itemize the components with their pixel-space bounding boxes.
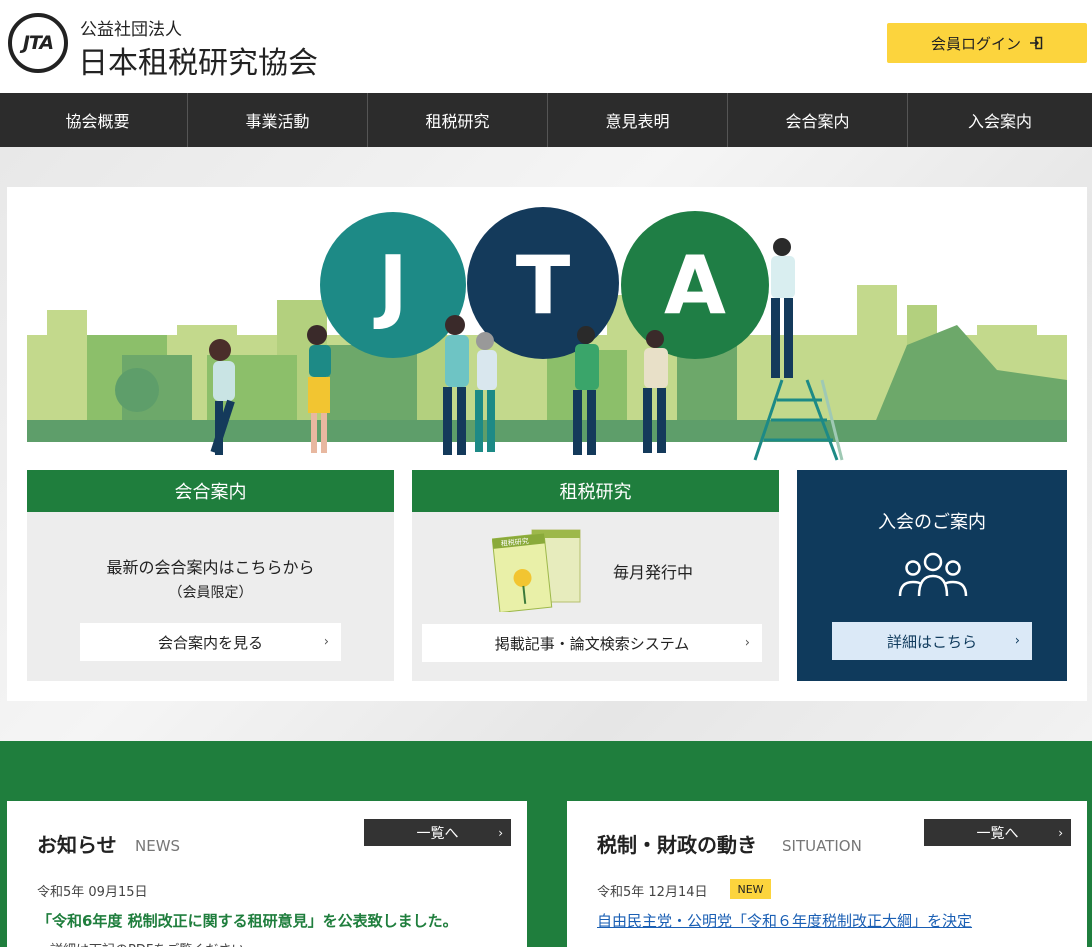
nav-item-meetings[interactable]: 会合案内 [727, 93, 907, 147]
news-list-label: 一覧へ [416, 825, 459, 842]
news-panel: お知らせ NEWS 一覧へ › 令和5年 09月15日 「令和6年度 税制改正に… [7, 801, 527, 947]
people-group-icon [898, 552, 968, 597]
news-title: お知らせ [37, 829, 117, 858]
research-card: 租税研究 租税研究 毎月発行中 掲載記事・論文検索システム › [412, 470, 779, 681]
chevron-right-icon: › [1058, 825, 1063, 840]
news-subtitle: NEWS [135, 837, 181, 855]
situation-headline-link[interactable]: 自由民主党・公明党「令和６年度税制改正大綱」を決定 [597, 910, 972, 931]
join-details-label: 詳細はこちら [886, 632, 977, 651]
nav-item-membership[interactable]: 入会案内 [907, 93, 1092, 147]
member-login-label: 会員ログイン [930, 34, 1021, 53]
join-details-button[interactable]: 詳細はこちら › [832, 622, 1032, 660]
journal-cover-image: 租税研究 [492, 529, 581, 612]
join-card-title: 入会のご案内 [878, 512, 986, 533]
news-detail-text: ・詳細は下記のPDFをご覧ください。 [37, 939, 257, 947]
hero-illustration: J T A [27, 207, 1067, 461]
nav-item-activities[interactable]: 事業活動 [187, 93, 367, 147]
svg-text:T: T [516, 239, 571, 332]
research-card-title: 租税研究 [412, 470, 779, 512]
site-header: JTA 公益社団法人 日本租税研究協会 会員ログイン [0, 0, 1092, 93]
chevron-right-icon: › [498, 825, 503, 840]
news-title-text: お知らせ [37, 833, 117, 857]
jta-circles: J T A [320, 207, 769, 359]
org-name[interactable]: 日本租税研究協会 [78, 38, 318, 82]
login-icon [1030, 36, 1043, 50]
meeting-card-note: （会員限定） [168, 585, 253, 601]
member-login-button[interactable]: 会員ログイン [887, 23, 1087, 63]
svg-text:A: A [664, 239, 726, 332]
news-headline-link[interactable]: 「令和6年度 税制改正に関する租研意見」を公表致しました。 [37, 910, 458, 931]
article-search-button[interactable]: 掲載記事・論文検索システム › [422, 624, 762, 662]
situation-title-text: 税制・財政の動き [597, 833, 757, 857]
news-date: 令和5年 09月15日 [37, 885, 148, 900]
jta-logo[interactable]: JTA [8, 13, 68, 73]
nav-item-opinions[interactable]: 意見表明 [547, 93, 727, 147]
chevron-right-icon: › [744, 635, 750, 651]
situation-title: 税制・財政の動き [597, 829, 757, 858]
logo-text: JTA [22, 32, 54, 54]
view-meetings-button[interactable]: 会合案内を見る › [80, 623, 341, 661]
meeting-card-title: 会合案内 [27, 470, 394, 512]
situation-subtitle: SITUATION [782, 837, 862, 855]
situation-list-label: 一覧へ [976, 825, 1019, 842]
join-card: 入会のご案内 詳細はこちら › [797, 470, 1067, 681]
situation-list-button[interactable]: 一覧へ › [924, 819, 1071, 846]
meeting-card: 会合案内 最新の会合案内はこちらから （会員限定） 会合案内を見る › [27, 470, 394, 681]
nav-item-about[interactable]: 協会概要 [0, 93, 187, 147]
situation-panel: 税制・財政の動き SITUATION 一覧へ › 令和5年 12月14日 NEW… [567, 801, 1087, 947]
article-search-label: 掲載記事・論文検索システム [494, 634, 690, 653]
meeting-card-text: 最新の会合案内はこちらから [106, 558, 315, 577]
news-list-button[interactable]: 一覧へ › [364, 819, 511, 846]
global-nav: 協会概要 事業活動 租税研究 意見表明 会合案内 入会案内 [0, 93, 1092, 147]
nav-item-research[interactable]: 租税研究 [367, 93, 547, 147]
chevron-right-icon: › [1014, 633, 1020, 649]
svg-text:J: J [373, 239, 408, 332]
chevron-right-icon: › [323, 634, 329, 650]
org-type: 公益社団法人 [80, 20, 182, 40]
view-meetings-label: 会合案内を見る [157, 633, 263, 652]
monthly-publication-text: 毎月発行中 [613, 563, 694, 582]
new-badge: NEW [730, 879, 771, 899]
situation-date: 令和5年 12月14日 [597, 885, 708, 900]
